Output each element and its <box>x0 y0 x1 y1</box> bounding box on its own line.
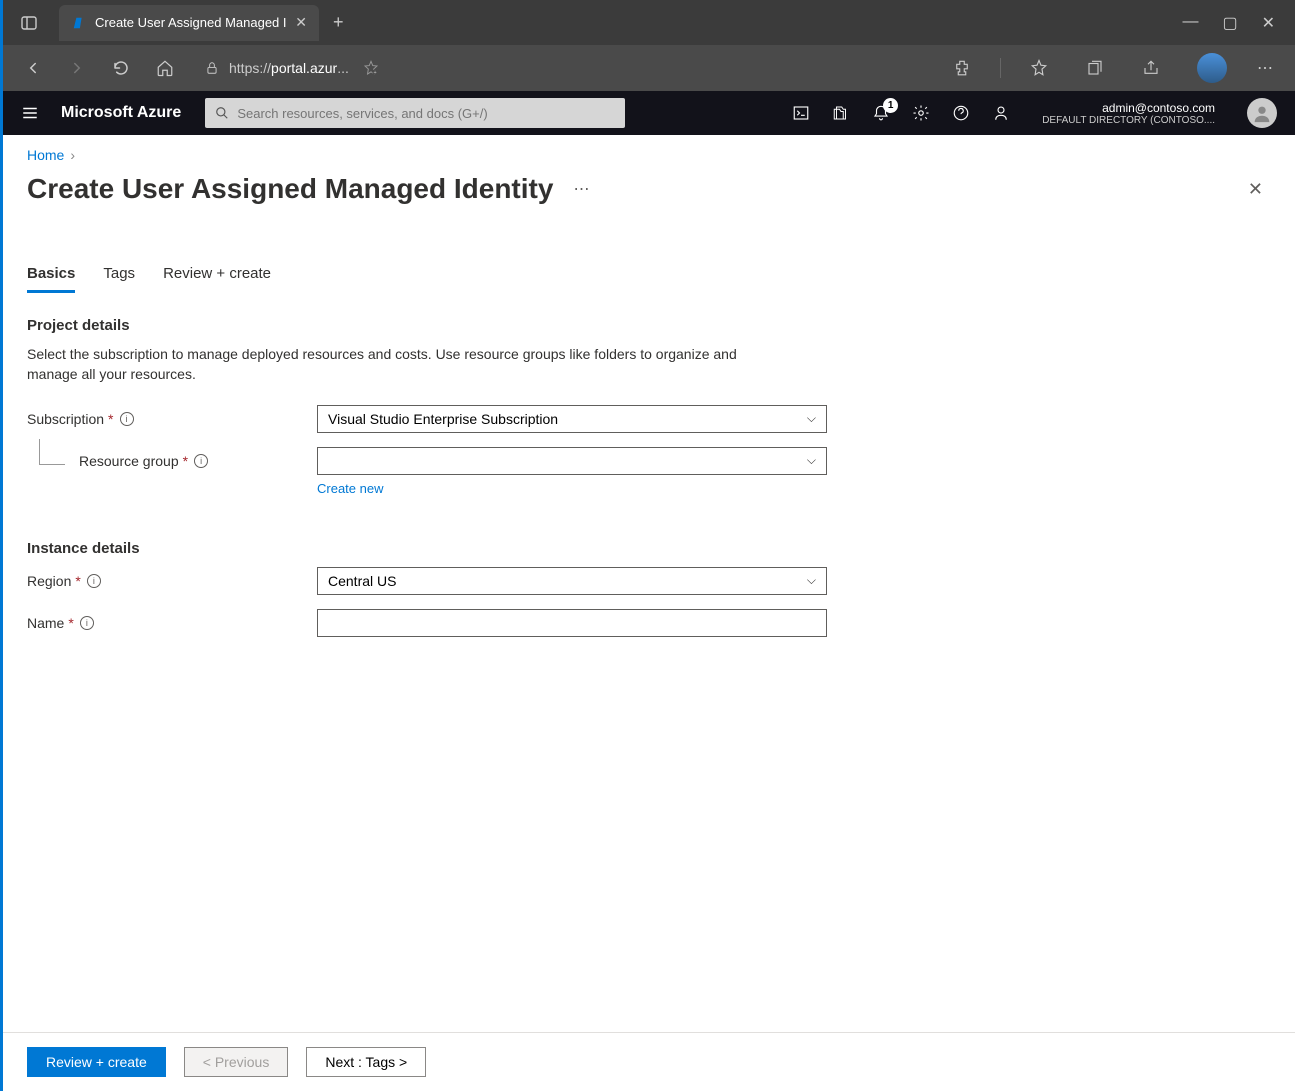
maximize-icon[interactable]: ▢ <box>1222 13 1237 33</box>
user-avatar[interactable] <box>1247 98 1277 128</box>
browser-menu-icon[interactable]: ⋯ <box>1247 50 1283 86</box>
tab-basics[interactable]: Basics <box>27 265 75 293</box>
notifications-icon[interactable]: 1 <box>872 104 890 122</box>
help-icon[interactable] <box>952 104 970 122</box>
required-indicator: * <box>183 453 188 469</box>
name-label: Name * i <box>27 615 317 631</box>
subscription-label: Subscription * i <box>27 411 317 427</box>
toolbar-divider <box>1000 58 1001 78</box>
reading-list-icon[interactable]: + <box>363 60 379 76</box>
project-details-description: Select the subscription to manage deploy… <box>27 344 787 385</box>
previous-button: < Previous <box>184 1047 289 1077</box>
close-window-icon[interactable]: ✕ <box>1262 13 1275 33</box>
page-header: Create User Assigned Managed Identity ⋯ … <box>27 173 1271 205</box>
required-indicator: * <box>108 411 113 427</box>
page-more-icon[interactable]: ⋯ <box>573 179 589 199</box>
refresh-button[interactable] <box>103 50 139 86</box>
notification-badge: 1 <box>883 98 898 113</box>
azure-brand[interactable]: Microsoft Azure <box>61 104 181 122</box>
user-directory: DEFAULT DIRECTORY (CONTOSO.... <box>1042 115 1215 126</box>
breadcrumb: Home › <box>27 147 1271 163</box>
chevron-right-icon: › <box>70 147 75 163</box>
region-row: Region * i Central US ⌵ <box>27 567 1271 595</box>
search-input[interactable] <box>237 106 615 121</box>
tab-bar: Basics Tags Review + create <box>27 235 1271 293</box>
resource-group-select[interactable]: ⌵ <box>317 447 827 475</box>
hamburger-menu-icon[interactable] <box>21 104 39 122</box>
page-title: Create User Assigned Managed Identity <box>27 173 553 205</box>
page-content: Home › Create User Assigned Managed Iden… <box>3 135 1295 1032</box>
subscription-row: Subscription * i Visual Studio Enterpris… <box>27 405 1271 433</box>
name-input-wrapper <box>317 609 827 637</box>
tab-title: Create User Assigned Managed I <box>95 15 287 30</box>
info-icon[interactable]: i <box>80 616 94 630</box>
name-input[interactable] <box>328 615 816 631</box>
resource-group-row: Resource group * i ⌵ <box>27 447 1271 475</box>
tab-review[interactable]: Review + create <box>163 265 271 293</box>
feedback-icon[interactable] <box>992 104 1010 122</box>
indent-line <box>39 439 65 465</box>
browser-toolbar: https://portal.azur... + ⋯ <box>3 45 1295 91</box>
browser-titlebar: Create User Assigned Managed I ✕ + — ▢ ✕ <box>3 0 1295 45</box>
required-indicator: * <box>68 615 73 631</box>
svg-text:+: + <box>373 70 376 76</box>
subscription-select[interactable]: Visual Studio Enterprise Subscription ⌵ <box>317 405 827 433</box>
minimize-icon[interactable]: — <box>1182 13 1198 33</box>
next-button[interactable]: Next : Tags > <box>306 1047 426 1077</box>
home-button[interactable] <box>147 50 183 86</box>
name-row: Name * i <box>27 609 1271 637</box>
required-indicator: * <box>75 573 80 589</box>
cloud-shell-icon[interactable] <box>792 104 810 122</box>
info-icon[interactable]: i <box>87 574 101 588</box>
azure-favicon <box>71 15 87 31</box>
settings-icon[interactable] <box>912 104 930 122</box>
azure-header: Microsoft Azure 1 admin@contoso.com DEFA… <box>3 91 1295 135</box>
region-value: Central US <box>328 573 396 589</box>
chevron-down-icon: ⌵ <box>807 453 816 468</box>
region-label: Region * i <box>27 573 317 589</box>
favorites-icon[interactable] <box>1021 50 1057 86</box>
chevron-down-icon: ⌵ <box>807 573 816 588</box>
footer-buttons: Review + create < Previous Next : Tags > <box>3 1032 1295 1091</box>
window-controls: — ▢ ✕ <box>1182 13 1287 33</box>
forward-button[interactable] <box>59 50 95 86</box>
project-details-heading: Project details <box>27 317 1271 334</box>
new-tab-button[interactable]: + <box>333 12 344 33</box>
region-select[interactable]: Central US ⌵ <box>317 567 827 595</box>
user-email: admin@contoso.com <box>1042 101 1215 115</box>
tab-tags[interactable]: Tags <box>103 265 135 293</box>
instance-details-heading: Instance details <box>27 540 1271 557</box>
profile-avatar[interactable] <box>1197 53 1227 83</box>
collections-icon[interactable] <box>1077 50 1113 86</box>
url-text: https://portal.azur... <box>229 60 349 76</box>
directories-icon[interactable] <box>832 104 850 122</box>
back-button[interactable] <box>15 50 51 86</box>
extensions-icon[interactable] <box>944 50 980 86</box>
review-create-button[interactable]: Review + create <box>27 1047 166 1077</box>
tab-close-icon[interactable]: ✕ <box>295 14 307 31</box>
create-new-link[interactable]: Create new <box>317 481 383 496</box>
chevron-down-icon: ⌵ <box>807 411 816 426</box>
subscription-value: Visual Studio Enterprise Subscription <box>328 411 558 427</box>
url-bar[interactable]: https://portal.azur... + <box>195 52 395 84</box>
lock-icon <box>205 61 219 75</box>
info-icon[interactable]: i <box>120 412 134 426</box>
resource-group-label: Resource group * i <box>27 453 317 469</box>
breadcrumb-home[interactable]: Home <box>27 147 64 163</box>
browser-tab[interactable]: Create User Assigned Managed I ✕ <box>59 5 319 41</box>
user-info[interactable]: admin@contoso.com DEFAULT DIRECTORY (CON… <box>1042 101 1215 126</box>
search-icon <box>215 106 229 120</box>
search-box[interactable] <box>205 98 625 128</box>
page-close-icon[interactable]: ✕ <box>1248 179 1271 200</box>
sidebar-toggle-icon[interactable] <box>19 13 39 33</box>
info-icon[interactable]: i <box>194 454 208 468</box>
share-icon[interactable] <box>1133 50 1169 86</box>
